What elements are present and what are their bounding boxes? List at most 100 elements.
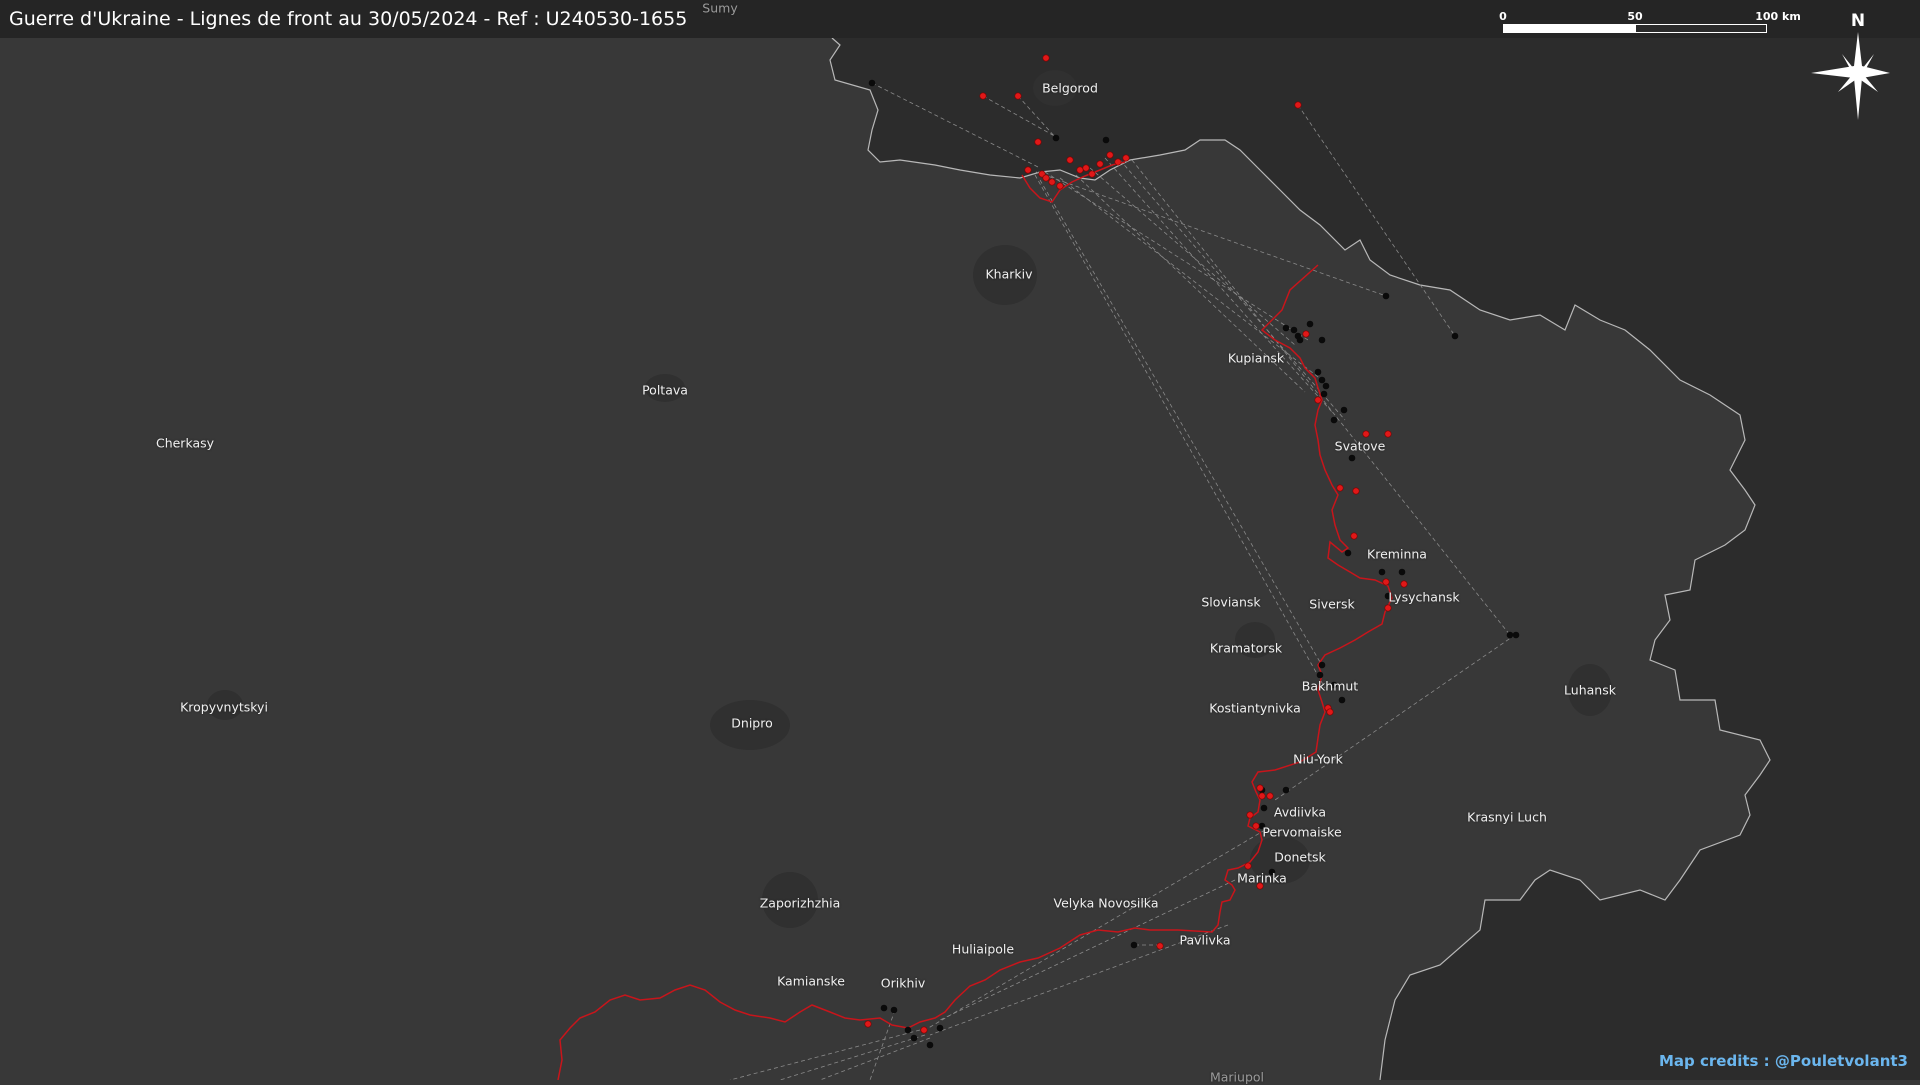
ukrainian-marker [1399,569,1406,576]
city-label-velyka-novosilka: Velyka Novosilka [1054,896,1159,911]
ukrainian-marker [1317,672,1324,679]
city-label-kamianske: Kamianske [777,974,845,989]
scale-segment-white [1503,24,1635,33]
russian-marker [1247,812,1253,818]
ukrainian-marker [1323,383,1330,390]
city-label-kropyvnytskyi: Kropyvnytskyi [180,700,268,715]
russian-marker [1253,823,1259,829]
city-label-pavlivka: Pavlivka [1179,933,1230,948]
russian-marker [1385,605,1391,611]
russian-marker [1383,579,1389,585]
ukrainian-marker [1291,327,1298,334]
russian-marker [1107,152,1113,158]
map-credits: Map credits : @Pouletvolant3 [1659,1052,1908,1070]
russian-marker [1363,431,1369,437]
scale-tick-0: 0 [1499,10,1507,23]
russian-marker [1097,161,1103,167]
connector-line [780,1035,925,1080]
north-arrow-icon: N [1808,8,1908,126]
ukrainian-marker [1297,337,1304,344]
ukrainian-marker [1321,391,1328,398]
russian-marker [1043,175,1049,181]
city-label-marinka: Marinka [1237,871,1287,886]
ukrainian-marker [1319,377,1326,384]
city-label-kostiantynivka: Kostiantynivka [1209,701,1300,716]
russian-marker [1067,157,1073,163]
ukrainian-marker [881,1005,888,1012]
russian-marker [921,1027,927,1033]
city-label-kramatorsk: Kramatorsk [1210,641,1282,656]
ukrainian-marker [1452,333,1459,340]
ukrainian-marker [1349,455,1356,462]
ukrainian-marker [1319,337,1326,344]
ukrainian-marker [1131,942,1138,949]
ukrainian-marker [1507,632,1514,639]
scale-bar: 0 50 100 km [1500,10,1800,38]
russian-marker [1025,167,1031,173]
city-label-kreminna: Kreminna [1367,547,1427,562]
ukrainian-marker [1283,325,1290,332]
ukrainian-marker [1307,321,1314,328]
city-label-cherkasy: Cherkasy [156,436,214,451]
city-label-avdiivka: Avdiivka [1274,805,1326,820]
connector-line [1040,180,1320,662]
ukrainian-marker [1339,697,1346,704]
russian-marker [1353,488,1359,494]
city-label-svatove: Svatove [1335,439,1386,454]
russian-marker [1089,171,1095,177]
ukrainian-marker [1345,550,1352,557]
city-label-lysychansk: Lysychansk [1388,590,1459,605]
russian-marker [1351,533,1357,539]
scale-segment-dark [1635,24,1767,33]
map-canvas[interactable] [0,0,1920,1080]
connector-line [1275,635,1515,800]
ukrainian-marker [911,1035,918,1042]
city-label-huliaipole: Huliaipole [952,942,1014,957]
ukrainian-marker [1315,369,1322,376]
russian-marker [1303,331,1309,337]
russian-marker [1035,139,1041,145]
russian-marker [1267,793,1273,799]
city-label-krasnyi-luch: Krasnyi Luch [1467,810,1547,825]
city-label-orikhiv: Orikhiv [881,976,925,991]
russian-marker [1401,581,1407,587]
russian-marker [1385,431,1391,437]
ukrainian-marker [905,1027,912,1034]
russian-marker [1077,167,1083,173]
city-label-niu-york: Niu-York [1293,752,1343,767]
city-label-kharkiv: Kharkiv [985,267,1032,282]
russian-marker [1123,155,1129,161]
russian-marker [1257,785,1263,791]
city-label-mariupol: Mariupol [1210,1070,1264,1085]
russian-marker [1337,485,1343,491]
ukrainian-marker [1379,569,1386,576]
city-label-siversk: Siversk [1309,597,1354,612]
connector-line [1035,175,1325,688]
city-label-sumy: Sumy [702,1,737,16]
ukrainian-marker [1261,805,1268,812]
ukrainian-marker [1513,632,1520,639]
city-label-luhansk: Luhansk [1564,683,1616,698]
compass-north-label: N [1851,11,1865,31]
connector-line [730,1030,920,1080]
russian-marker [1315,397,1321,403]
russian-marker [1295,102,1301,108]
russian-marker [1043,55,1049,61]
russian-marker [1057,183,1063,189]
russian-marker [1083,165,1089,171]
city-label-sloviansk: Sloviansk [1201,595,1260,610]
city-label-belgorod: Belgorod [1042,81,1098,96]
russian-marker [1015,93,1021,99]
city-label-pervomaiske: Pervomaiske [1262,825,1341,840]
ukrainian-marker [937,1025,944,1032]
connector-line [870,1010,895,1080]
russian-marker [1115,159,1121,165]
ukrainian-marker [1383,293,1390,300]
ukrainian-marker [891,1007,898,1014]
russian-marker [1259,793,1265,799]
russian-marker [1157,943,1163,949]
ukrainian-marker [927,1042,934,1049]
ukrainian-marker [869,80,876,87]
map-title: Guerre d'Ukraine - Lignes de front au 30… [9,8,687,30]
city-label-zaporizhzhia: Zaporizhzhia [760,896,841,911]
